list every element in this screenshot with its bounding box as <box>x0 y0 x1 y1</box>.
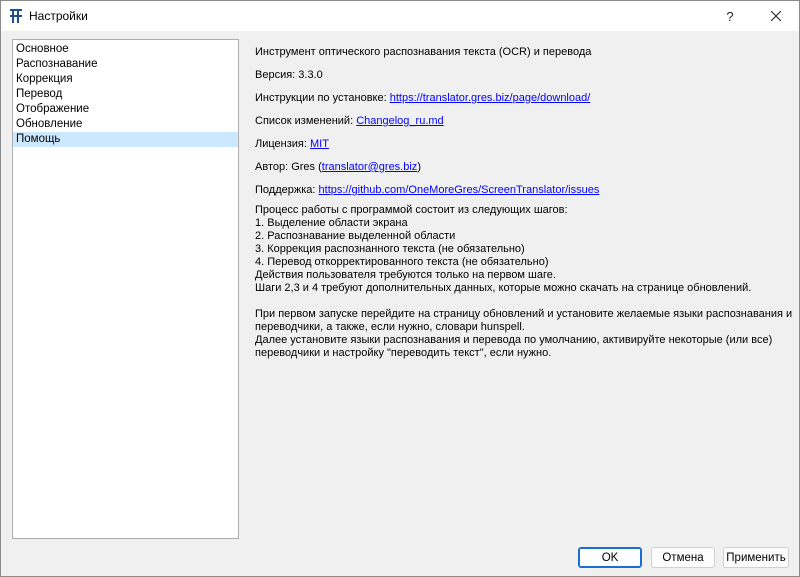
nav-item-help[interactable]: Помощь <box>13 132 238 147</box>
first-run-line: переводчики и настройку "переводить текс… <box>255 347 552 359</box>
author-close: ) <box>417 161 421 173</box>
author-label: Автор: Gres ( <box>255 161 322 173</box>
settings-category-list[interactable]: Основное Распознавание Коррекция Перевод… <box>12 39 239 539</box>
changelog-row: Список изменений: Changelog_ru.md <box>255 115 785 128</box>
author-email-link[interactable]: translator@gres.biz <box>322 161 418 173</box>
license-label: Лицензия: <box>255 138 307 150</box>
first-run-instructions: При первом запуске перейдите на страницу… <box>255 308 793 360</box>
window-title: Настройки <box>29 9 88 23</box>
install-link[interactable]: https://translator.gres.biz/page/downloa… <box>390 92 591 104</box>
close-button[interactable] <box>753 1 799 31</box>
ok-button[interactable]: OK <box>578 547 642 568</box>
license-link[interactable]: MIT <box>310 138 329 150</box>
title-bar[interactable]: Настройки ? <box>1 1 799 31</box>
support-label: Поддержка: <box>255 184 316 196</box>
license-row: Лицензия: MIT <box>255 138 785 151</box>
help-content: Инструмент оптического распознавания тек… <box>255 46 793 360</box>
changelog-label: Список изменений: <box>255 115 354 127</box>
process-steps: Процесс работы с программой состоит из с… <box>255 204 785 295</box>
version-row: Версия: 3.3.0 <box>255 69 785 82</box>
process-line: 2. Распознавание выделенной области <box>255 230 456 242</box>
help-button[interactable]: ? <box>707 1 753 31</box>
nav-item-display[interactable]: Отображение <box>13 102 238 117</box>
nav-item-correction[interactable]: Коррекция <box>13 72 238 87</box>
version-value: 3.3.0 <box>298 69 323 81</box>
support-row: Поддержка: https://github.com/OneMoreGre… <box>255 184 785 197</box>
process-line: 1. Выделение области экрана <box>255 217 408 229</box>
first-run-line: переводчики, а также, если нужно, словар… <box>255 321 525 333</box>
nav-item-recognition[interactable]: Распознавание <box>13 57 238 72</box>
install-label: Инструкции по установке: <box>255 92 387 104</box>
close-icon <box>771 11 781 21</box>
version-label: Версия: <box>255 69 296 81</box>
nav-item-update[interactable]: Обновление <box>13 117 238 132</box>
nav-item-general[interactable]: Основное <box>13 42 238 57</box>
support-link[interactable]: https://github.com/OneMoreGres/ScreenTra… <box>319 184 600 196</box>
process-line: 3. Коррекция распознанного текста (не об… <box>255 243 525 255</box>
install-row: Инструкции по установке: https://transla… <box>255 92 785 105</box>
app-description: Инструмент оптического распознавания тек… <box>255 46 592 58</box>
changelog-link[interactable]: Changelog_ru.md <box>356 115 443 127</box>
first-run-line: Далее установите языки распознавания и п… <box>255 334 773 346</box>
first-run-line: При первом запуске перейдите на страницу… <box>255 308 793 320</box>
nav-item-translation[interactable]: Перевод <box>13 87 238 102</box>
process-line: Действия пользователя требуются только н… <box>255 269 556 281</box>
cancel-button[interactable]: Отмена <box>651 547 715 568</box>
apply-button[interactable]: Применить <box>723 547 789 568</box>
settings-window: Настройки ? Основное Распознавание Корре… <box>0 0 800 577</box>
process-line: 4. Перевод откорректированного текста (н… <box>255 256 549 268</box>
process-line: Процесс работы с программой состоит из с… <box>255 204 568 216</box>
author-row: Автор: Gres (translator@gres.biz) <box>255 161 785 174</box>
process-line: Шаги 2,3 и 4 требуют дополнительных данн… <box>255 282 752 294</box>
app-icon <box>9 8 23 24</box>
